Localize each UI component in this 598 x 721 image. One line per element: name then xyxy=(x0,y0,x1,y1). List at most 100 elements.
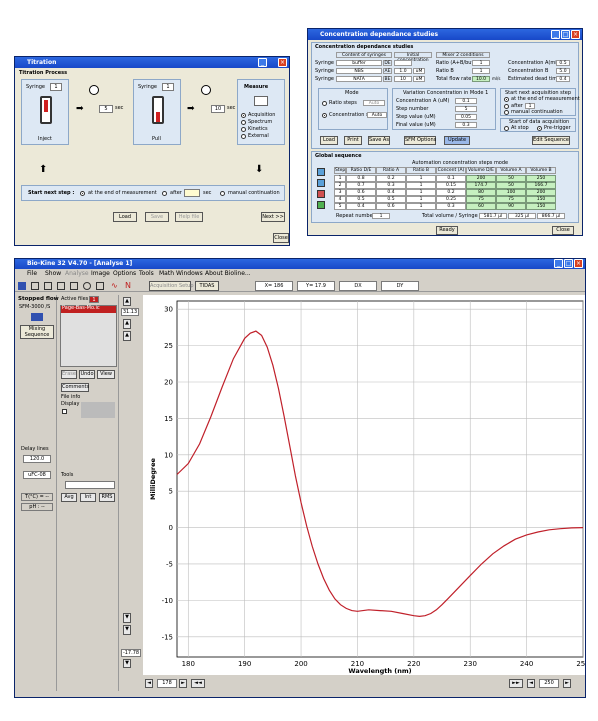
y-up2-icon[interactable]: ▲ xyxy=(123,319,131,329)
add-step-icon[interactable] xyxy=(317,168,325,176)
acq-end-radio[interactable] xyxy=(504,97,509,102)
sfm-options-button[interactable]: SFM Options xyxy=(404,136,436,145)
menu-about[interactable]: About Bioline... xyxy=(205,271,251,277)
table-cell[interactable]: 3 xyxy=(334,189,346,196)
tidas-button[interactable]: TIDAS xyxy=(195,281,219,291)
close-window-button[interactable]: × xyxy=(278,58,287,67)
close-window-button[interactable]: × xyxy=(574,259,583,268)
x-left-icon[interactable]: ◄ xyxy=(145,679,153,688)
curve-icon[interactable]: ∿ xyxy=(111,281,118,290)
table-cell[interactable]: 0.4 xyxy=(346,203,376,210)
table-cell[interactable]: 50 xyxy=(496,182,526,189)
minimize-button[interactable]: _ xyxy=(551,30,560,39)
mode-ratio-radio[interactable] xyxy=(322,101,327,106)
cd-chart[interactable]: 180190200210220230240250302520151050-5-1… xyxy=(143,295,585,675)
syringe-row-1-conc[interactable]: 1.0 xyxy=(394,68,412,74)
chart-tool4-icon[interactable] xyxy=(70,282,78,290)
y-bottom-box[interactable]: -17.78 xyxy=(121,649,141,657)
menu-image[interactable]: Image xyxy=(91,271,110,277)
var-conc-input[interactable]: 0.1 xyxy=(455,98,477,104)
x-leftleft-icon[interactable]: ◄◄ xyxy=(191,679,205,688)
rms-button[interactable]: RMS xyxy=(99,493,115,502)
data-acq-stop-radio[interactable] xyxy=(504,126,509,131)
check-icon[interactable] xyxy=(317,201,325,209)
save-icon[interactable] xyxy=(18,282,26,290)
wait1-input[interactable]: 5 xyxy=(99,105,113,113)
table-cell[interactable]: 166.7 xyxy=(526,182,556,189)
table-cell[interactable]: 150 xyxy=(526,196,556,203)
update-button[interactable]: Update xyxy=(444,136,470,145)
table-cell[interactable]: 0.25 xyxy=(436,196,466,203)
table-cell[interactable]: 0.2 xyxy=(376,175,406,182)
table-cell[interactable]: 0.8 xyxy=(346,175,376,182)
erase-button[interactable]: Erase xyxy=(61,370,77,379)
save-button[interactable]: Save xyxy=(145,212,169,222)
maximize-button[interactable]: □ xyxy=(561,30,570,39)
table-cell[interactable]: 80 xyxy=(466,189,496,196)
x-left-box[interactable]: 178 xyxy=(157,679,177,688)
x-right-box[interactable]: 250 xyxy=(539,679,559,688)
table-cell[interactable]: 0.4 xyxy=(376,189,406,196)
conc-load-button[interactable]: Load xyxy=(320,136,338,145)
conc-save-button[interactable]: Save As xyxy=(368,136,390,145)
x-right-small-icon[interactable]: ► xyxy=(179,679,187,688)
y-top-box[interactable]: 31.13 xyxy=(121,308,139,316)
chart-tool3-icon[interactable] xyxy=(57,282,65,290)
mode-ratio-select[interactable]: Auto xyxy=(363,100,385,106)
syringe-row-2-conc[interactable]: 10 xyxy=(394,76,412,82)
table-cell[interactable]: 200 xyxy=(526,189,556,196)
syringe-row-1-unit[interactable]: uM xyxy=(413,68,425,74)
total-flow-input[interactable]: 10.0 xyxy=(472,76,490,82)
table-cell[interactable]: 75 xyxy=(466,196,496,203)
opt-manual-radio[interactable] xyxy=(220,191,225,196)
maximize-button[interactable]: □ xyxy=(564,259,573,268)
file-item[interactable]: Page-Bas-Mo.ic xyxy=(61,306,116,313)
opt-end-radio[interactable] xyxy=(80,191,85,196)
table-cell[interactable]: 250 xyxy=(526,175,556,182)
syringe-row-2-content[interactable]: NATA xyxy=(336,76,382,82)
syringe2-select[interactable]: 1 xyxy=(162,83,174,91)
tools-field[interactable] xyxy=(65,481,115,489)
table-cell[interactable]: 0.3 xyxy=(436,203,466,210)
table-cell[interactable]: 1 xyxy=(406,182,436,189)
table-cell[interactable]: 0.15 xyxy=(436,182,466,189)
menu-show[interactable]: Show xyxy=(45,271,61,277)
edit-sequence-button[interactable]: Edit Sequence xyxy=(532,136,570,145)
cursor-icon[interactable] xyxy=(96,282,104,290)
acq-after-radio[interactable] xyxy=(504,104,509,109)
table-cell[interactable]: 2 xyxy=(334,182,346,189)
menu-analyse[interactable]: Analyse xyxy=(65,271,89,277)
measure-opt-2[interactable] xyxy=(241,127,246,132)
menu-options[interactable]: Options xyxy=(113,271,136,277)
view-button[interactable]: View xyxy=(97,370,115,379)
measure-opt-0[interactable] xyxy=(241,113,246,118)
delete-step-icon[interactable] xyxy=(317,190,325,198)
y-down-icon[interactable]: ▼ xyxy=(123,613,131,623)
menu-math[interactable]: Math xyxy=(159,271,174,277)
ready-button[interactable]: Ready xyxy=(436,226,458,235)
table-cell[interactable]: 0.3 xyxy=(376,182,406,189)
table-cell[interactable]: 1 xyxy=(334,175,346,182)
y-up3-icon[interactable]: ▲ xyxy=(123,331,131,341)
syringe-row-0-conc[interactable] xyxy=(394,60,412,66)
table-cell[interactable]: 150 xyxy=(526,203,556,210)
mode-conc-select[interactable]: Auto xyxy=(367,112,387,118)
load-button[interactable]: Load xyxy=(113,212,137,222)
y-down3-icon[interactable]: ▼ xyxy=(123,659,131,668)
table-cell[interactable]: 1 xyxy=(406,203,436,210)
measure-opt-1[interactable] xyxy=(241,120,246,125)
help-button[interactable]: Help file xyxy=(175,212,203,222)
table-cell[interactable]: 1 xyxy=(406,175,436,182)
mode-conc-radio[interactable] xyxy=(322,113,327,118)
peak-icon[interactable]: Ν xyxy=(125,281,131,290)
mixing-sequence-button[interactable]: Mixing Sequence xyxy=(20,325,54,339)
syringe-select[interactable]: 1 xyxy=(50,83,62,91)
table-cell[interactable]: 50 xyxy=(496,175,526,182)
table-cell[interactable]: 5 xyxy=(334,203,346,210)
menu-tools[interactable]: Tools xyxy=(139,271,154,277)
syringe-row-1-content[interactable]: NBS xyxy=(336,68,382,74)
menu-windows[interactable]: Windows xyxy=(176,271,203,277)
measure-opt-3[interactable] xyxy=(241,134,246,139)
syringe-row-0-content[interactable]: buffer xyxy=(336,60,382,66)
edit-step-icon[interactable] xyxy=(317,179,325,187)
